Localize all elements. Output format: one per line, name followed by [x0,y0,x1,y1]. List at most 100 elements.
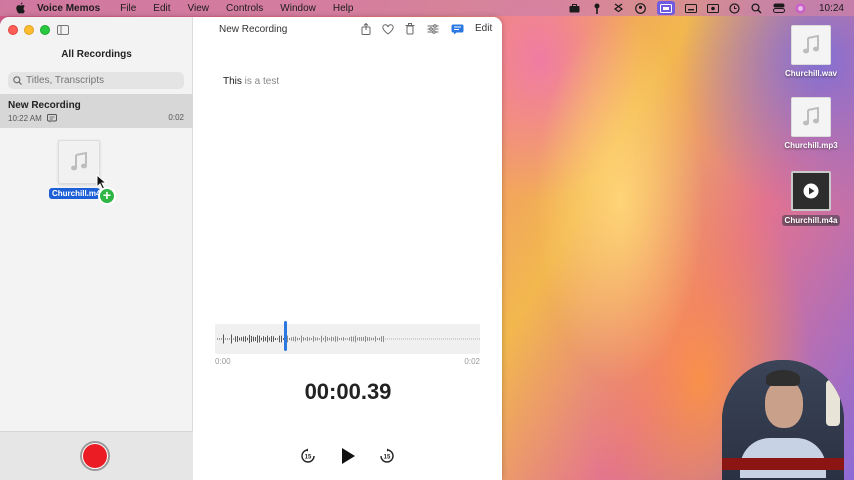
waveform-bar [437,338,438,340]
play-button[interactable] [338,446,358,466]
keyboard-icon[interactable] [684,3,697,13]
menu-app-name[interactable]: Voice Memos [37,3,100,14]
time-machine-icon[interactable] [729,2,741,14]
playhead[interactable] [283,321,287,351]
record-button[interactable] [80,441,110,471]
share-icon[interactable] [360,23,372,35]
transcript-remaining-text: is a test [241,76,280,87]
waveform-bar [361,337,362,341]
waveform-bar [265,337,266,341]
waveform-bar [223,334,224,344]
menu-edit[interactable]: Edit [153,3,170,14]
waveform-bar [359,337,360,341]
user-circle-icon[interactable] [635,2,647,14]
waveform-bar [385,338,386,340]
waveform-bar [451,338,452,340]
desktop-file-m4a[interactable]: Churchill.m4a [779,171,843,226]
dragged-file-label: Churchill.m4a [49,188,100,199]
waveform-bar [435,338,436,340]
transcript-text: This is a test [223,76,279,87]
waveform-bar [395,338,396,340]
waveform-bar [413,338,414,340]
dragged-file-icon[interactable] [58,140,100,184]
waveform-bar [273,336,274,342]
waveform[interactable] [215,324,480,354]
skip-forward-15-icon[interactable]: 15 [379,448,395,464]
waveform-bar [469,338,470,340]
desktop-file-mp3[interactable]: Churchill.mp3 [779,97,843,150]
presenter-cap [766,370,800,386]
transcript-toggle-icon[interactable] [450,23,464,35]
waveform-bar [225,338,226,340]
sidebar-toggle-icon[interactable] [57,24,69,35]
waveform-bar [477,338,478,340]
waveform-bar [313,336,314,342]
waveform-bar [269,337,270,341]
settings-sliders-icon[interactable] [427,23,439,35]
waveform-bar [311,338,312,340]
waveform-bar [457,338,458,340]
waveform-bar [393,338,394,340]
waveform-bar [235,336,236,342]
waveform-bar [391,338,392,340]
minimize-button[interactable] [24,25,34,35]
waveform-bar [297,337,298,341]
waveform-bar [327,337,328,341]
dropbox-icon[interactable] [613,3,625,13]
desktop-file-wav[interactable]: Churchill.wav [779,25,843,78]
waveform-bar [335,336,336,342]
menu-view[interactable]: View [188,3,210,14]
menu-file[interactable]: File [120,3,136,14]
waveform-bar [237,336,238,342]
waveform-bar [271,336,272,342]
screen-record-icon[interactable] [656,1,675,15]
waveform-bar [247,337,248,341]
search-icon[interactable] [751,2,763,13]
waveform-bar [383,335,384,343]
edit-button[interactable]: Edit [475,23,492,34]
close-button[interactable] [8,25,18,35]
waveform-bar [365,335,366,343]
menu-window[interactable]: Window [280,3,316,14]
search-input[interactable] [26,75,176,86]
apple-menu-icon[interactable] [13,2,27,14]
waveform-bar [277,338,278,340]
waveform-bar [475,338,476,340]
waveform-bar [377,338,378,340]
current-time: 00:00.39 [304,379,392,404]
waveform-bar [325,335,326,343]
waveform-bar [319,338,320,340]
recording-detail: New Recording Edit This is a test 0:00 0… [194,17,502,480]
menu-clock[interactable]: 10:24 [819,3,844,14]
waveform-bar [339,338,340,340]
control-center-icon[interactable] [772,3,785,13]
skip-back-15-icon[interactable]: 15 [300,448,316,464]
audio-file-icon [791,25,831,65]
waveform-bar [293,336,294,342]
waveform-bar [425,338,426,340]
waveform-bar [289,337,290,341]
waveform-bar [243,336,244,342]
menu-help[interactable]: Help [333,3,354,14]
waveform-bar [417,338,418,340]
briefcase-icon[interactable] [569,3,581,13]
siri-icon[interactable] [795,3,807,13]
recording-list-item[interactable]: New Recording 10:22 AM 0:02 [0,94,193,128]
favorite-heart-icon[interactable] [382,23,394,35]
waveform-bar [409,338,410,340]
waveform-bar [415,338,416,340]
video-camera-icon[interactable] [706,3,719,13]
zoom-button[interactable] [40,25,50,35]
recording-title: New Recording [8,100,81,111]
trash-icon[interactable] [404,23,416,35]
menu-controls[interactable]: Controls [226,3,263,14]
status-area: 10:24 [569,0,844,16]
waveform-bar [281,335,282,343]
waveform-bar [309,337,310,341]
search-field[interactable] [8,72,184,89]
waveform-bar [439,338,440,340]
desktop-file-label: Churchill.mp3 [784,141,838,150]
waveform-bar [445,338,446,340]
waveform-bar [449,338,450,340]
key-icon[interactable] [591,3,603,14]
